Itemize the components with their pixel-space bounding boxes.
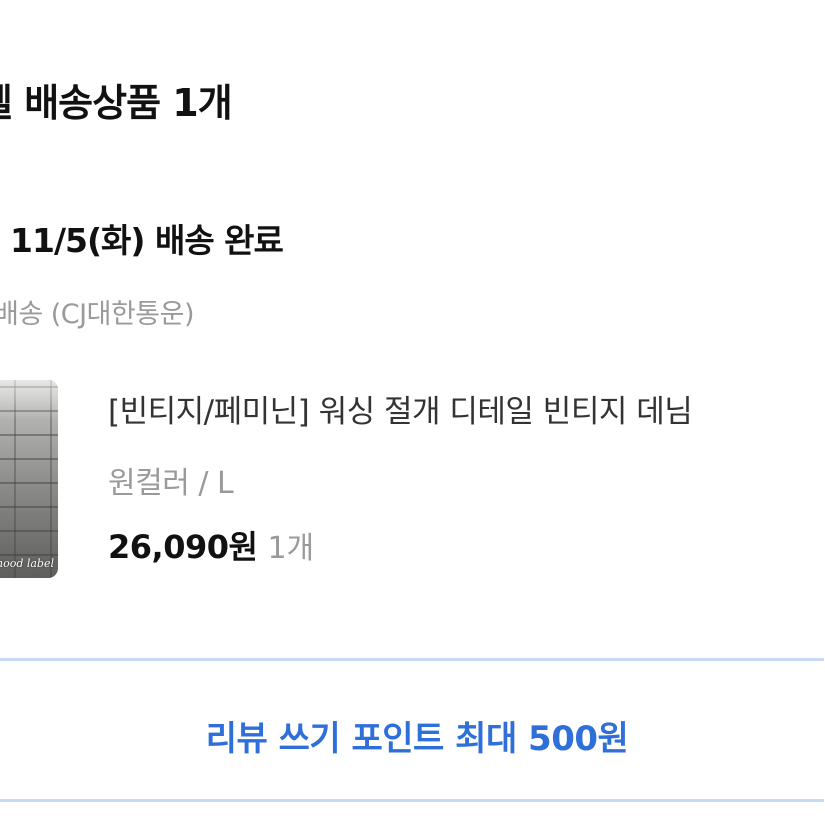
product-thumbnail[interactable]: mood label	[0, 380, 58, 578]
thumbnail-watermark: mood label	[0, 557, 54, 570]
write-review-button[interactable]: 리뷰 쓰기 포인트 최대 500원	[0, 658, 824, 802]
carrier-info: 배송 (CJ대한통운)	[0, 299, 195, 330]
write-review-label: 리뷰 쓰기 포인트 최대 500원	[205, 719, 629, 759]
product-option: 원컬러 / L	[108, 466, 234, 501]
price-row: 26,090원 1개	[108, 522, 314, 568]
delivery-status: · 11/5(화) 배송 완료	[0, 221, 284, 260]
product-name[interactable]: [빈티지/페미닌] 워싱 절개 디테일 빈티지 데님	[108, 386, 693, 431]
product-price: 26,090원	[108, 528, 258, 566]
order-detail-page: 벨 배송상품 1개 · 11/5(화) 배송 완료 배송 (CJ대한통운) mo…	[0, 0, 825, 825]
product-quantity: 1개	[267, 531, 315, 566]
shipment-title: 벨 배송상품 1개	[0, 81, 233, 125]
thumbnail-glare	[0, 380, 58, 420]
